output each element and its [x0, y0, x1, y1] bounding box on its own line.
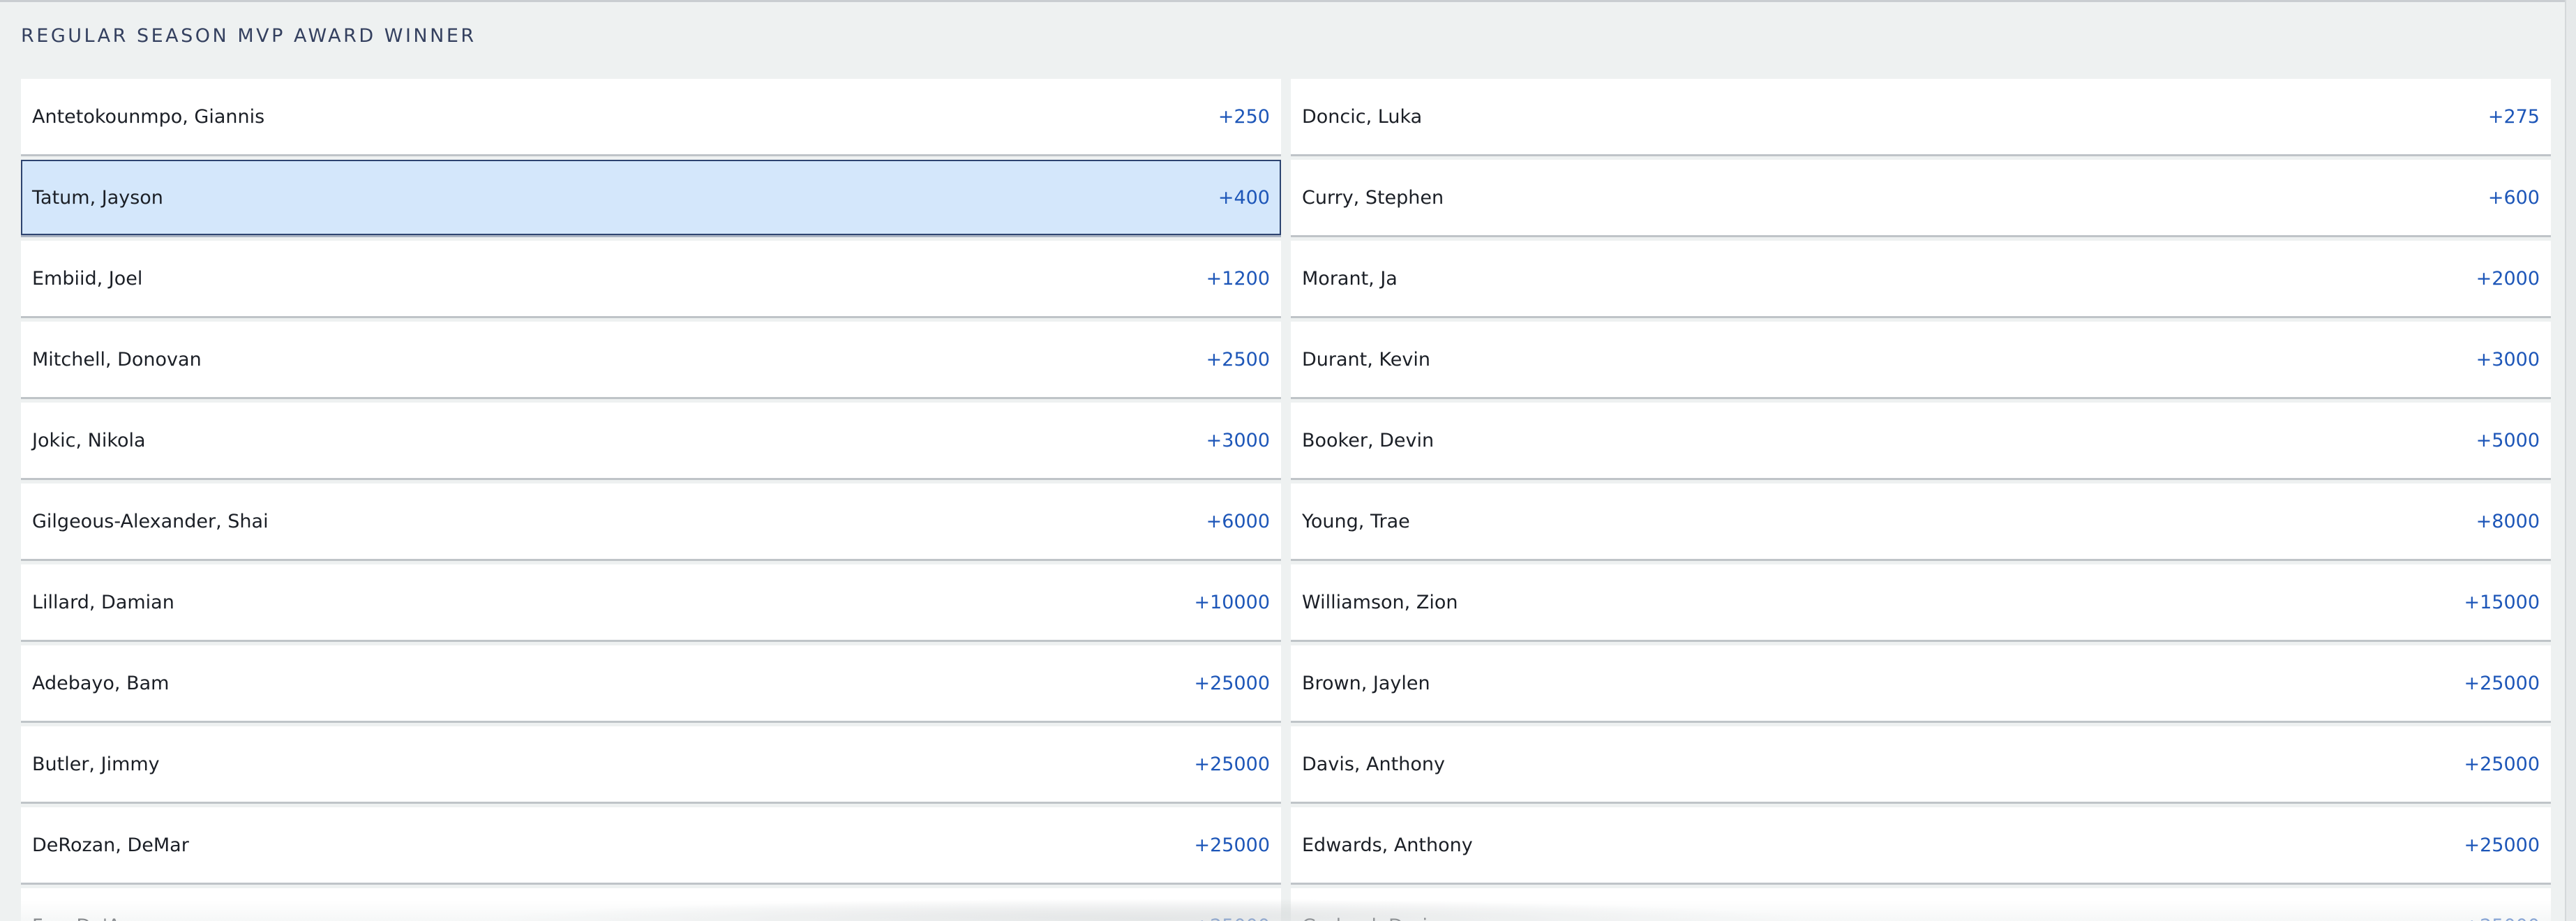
outcome-name: Doncic, Luka	[1302, 105, 1423, 128]
outcome-button[interactable]: Garland, Darius +25000	[1291, 888, 2551, 921]
outcome-odds: +2500	[1206, 348, 1270, 370]
outcome-name: Davis, Anthony	[1302, 753, 1445, 775]
outcome-odds: +5000	[2476, 429, 2540, 451]
outcome-odds: +25000	[1194, 672, 1270, 694]
outcome-button[interactable]: Morant, Ja +2000	[1291, 241, 2551, 316]
outcome-button[interactable]: Gilgeous-Alexander, Shai +6000	[21, 484, 1281, 559]
outcome-button[interactable]: Davis, Anthony +25000	[1291, 726, 2551, 802]
outcome-button[interactable]: Doncic, Luka +275	[1291, 79, 2551, 154]
outcome-name: Morant, Ja	[1302, 267, 1398, 290]
outcome-name: Fox, De'Aaron	[32, 915, 163, 921]
outcome-odds: +25000	[2464, 753, 2540, 775]
outcome-odds: +1200	[1206, 267, 1270, 290]
outcome-button[interactable]: Tatum, Jayson +400	[21, 160, 1281, 235]
outcome-name: Butler, Jimmy	[32, 753, 160, 775]
outcome-name: Antetokounmpo, Giannis	[32, 105, 265, 128]
outcome-name: Jokic, Nikola	[32, 429, 146, 451]
section-title: REGULAR SEASON MVP AWARD WINNER	[21, 25, 477, 47]
outcome-name: Adebayo, Bam	[32, 672, 170, 694]
outcome-odds: +25000	[2464, 834, 2540, 856]
outcome-name: Lillard, Damian	[32, 591, 174, 613]
outcome-button[interactable]: Booker, Devin +5000	[1291, 403, 2551, 478]
outcome-odds: +15000	[2464, 591, 2540, 613]
top-border	[0, 0, 2576, 2]
outcome-button[interactable]: Embiid, Joel +1200	[21, 241, 1281, 316]
outcome-button[interactable]: Antetokounmpo, Giannis +250	[21, 79, 1281, 154]
outcome-name: DeRozan, DeMar	[32, 834, 189, 856]
scrollbar[interactable]	[2565, 0, 2576, 921]
outcome-odds: +600	[2487, 186, 2540, 209]
outcome-name: Curry, Stephen	[1302, 186, 1444, 209]
outcome-button[interactable]: Williamson, Zion +15000	[1291, 564, 2551, 640]
outcome-name: Edwards, Anthony	[1302, 834, 1473, 856]
outcome-button[interactable]: Edwards, Anthony +25000	[1291, 807, 2551, 883]
outcome-odds: +3000	[1206, 429, 1270, 451]
outcome-odds: +2000	[2476, 267, 2540, 290]
outcome-name: Gilgeous-Alexander, Shai	[32, 510, 269, 532]
outcome-name: Williamson, Zion	[1302, 591, 1458, 613]
outcome-name: Tatum, Jayson	[32, 186, 163, 209]
outcome-name: Booker, Devin	[1302, 429, 1435, 451]
outcome-odds: +3000	[2476, 348, 2540, 370]
outcome-button[interactable]: DeRozan, DeMar +25000	[21, 807, 1281, 883]
outcome-odds: +250	[1218, 105, 1270, 128]
outcome-odds: +400	[1218, 186, 1270, 209]
outcome-button[interactable]: Jokic, Nikola +3000	[21, 403, 1281, 478]
outcome-button[interactable]: Mitchell, Donovan +2500	[21, 322, 1281, 397]
outcome-odds: +8000	[2476, 510, 2540, 532]
outcome-odds: +25000	[1194, 915, 1270, 921]
outcome-odds: +6000	[1206, 510, 1270, 532]
outcome-button[interactable]: Durant, Kevin +3000	[1291, 322, 2551, 397]
outcome-name: Brown, Jaylen	[1302, 672, 1430, 694]
outcome-odds: +25000	[2464, 672, 2540, 694]
outcome-odds: +25000	[2464, 915, 2540, 921]
outcome-odds: +25000	[1194, 753, 1270, 775]
outcome-name: Durant, Kevin	[1302, 348, 1430, 370]
outcome-odds: +10000	[1194, 591, 1270, 613]
market-grid: Antetokounmpo, Giannis +250 Doncic, Luka…	[21, 79, 2551, 921]
outcome-odds: +275	[2487, 105, 2540, 128]
outcome-button[interactable]: Adebayo, Bam +25000	[21, 645, 1281, 721]
outcome-button[interactable]: Brown, Jaylen +25000	[1291, 645, 2551, 721]
outcome-name: Garland, Darius	[1302, 915, 1449, 921]
outcome-odds: +25000	[1194, 834, 1270, 856]
outcome-name: Young, Trae	[1302, 510, 1410, 532]
outcome-button[interactable]: Fox, De'Aaron +25000	[21, 888, 1281, 921]
outcome-button[interactable]: Lillard, Damian +10000	[21, 564, 1281, 640]
outcome-name: Embiid, Joel	[32, 267, 143, 290]
outcome-button[interactable]: Butler, Jimmy +25000	[21, 726, 1281, 802]
outcome-button[interactable]: Young, Trae +8000	[1291, 484, 2551, 559]
outcome-button[interactable]: Curry, Stephen +600	[1291, 160, 2551, 235]
outcome-name: Mitchell, Donovan	[32, 348, 202, 370]
